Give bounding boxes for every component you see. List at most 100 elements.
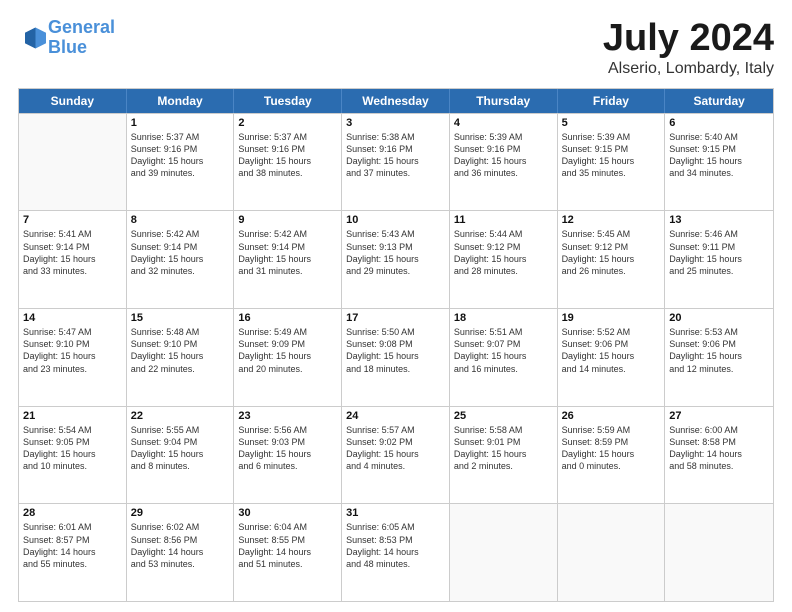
logo-text: General Blue xyxy=(48,18,115,58)
day-info: Sunrise: 5:59 AM Sunset: 8:59 PM Dayligh… xyxy=(562,424,661,473)
day-number: 27 xyxy=(669,410,769,422)
weekday-header-saturday: Saturday xyxy=(665,89,773,113)
day-info: Sunrise: 6:00 AM Sunset: 8:58 PM Dayligh… xyxy=(669,424,769,473)
day-info: Sunrise: 5:37 AM Sunset: 9:16 PM Dayligh… xyxy=(238,131,337,180)
day-info: Sunrise: 5:45 AM Sunset: 9:12 PM Dayligh… xyxy=(562,228,661,277)
calendar-cell: 9 Sunrise: 5:42 AM Sunset: 9:14 PM Daylig… xyxy=(234,211,342,308)
day-info: Sunrise: 5:52 AM Sunset: 9:06 PM Dayligh… xyxy=(562,326,661,375)
day-info: Sunrise: 5:58 AM Sunset: 9:01 PM Dayligh… xyxy=(454,424,553,473)
day-info: Sunrise: 5:57 AM Sunset: 9:02 PM Dayligh… xyxy=(346,424,445,473)
calendar-week-3: 14Sunrise: 5:47 AM Sunset: 9:10 PM Dayli… xyxy=(19,308,773,406)
day-number: 5 xyxy=(562,117,661,129)
title-block: July 2024 Alserio, Lombardy, Italy xyxy=(603,18,774,78)
calendar-week-4: 21Sunrise: 5:54 AM Sunset: 9:05 PM Dayli… xyxy=(19,406,773,504)
calendar-cell: 25 Sunrise: 5:58 AM Sunset: 9:01 PM Dayli… xyxy=(450,407,558,504)
header: General Blue July 2024 Alserio, Lombardy… xyxy=(18,18,774,78)
day-info: Sunrise: 5:42 AM Sunset: 9:14 PM Dayligh… xyxy=(131,228,230,277)
day-info: Sunrise: 5:42 AM Sunset: 9:14 PM Dayligh… xyxy=(238,228,337,277)
calendar-cell: 14Sunrise: 5:47 AM Sunset: 9:10 PM Dayli… xyxy=(19,309,127,406)
calendar-cell xyxy=(558,504,666,601)
day-number: 22 xyxy=(131,410,230,422)
day-info: Sunrise: 6:02 AM Sunset: 8:56 PM Dayligh… xyxy=(131,521,230,570)
day-number: 7 xyxy=(23,214,122,226)
calendar-cell: 6Sunrise: 5:40 AM Sunset: 9:15 PM Daylig… xyxy=(665,114,773,211)
calendar-cell: 30 Sunrise: 6:04 AM Sunset: 8:55 PM Dayli… xyxy=(234,504,342,601)
weekday-header-thursday: Thursday xyxy=(450,89,558,113)
calendar-cell: 15 Sunrise: 5:48 AM Sunset: 9:10 PM Dayli… xyxy=(127,309,235,406)
weekday-header-friday: Friday xyxy=(558,89,666,113)
calendar-cell: 22 Sunrise: 5:55 AM Sunset: 9:04 PM Dayli… xyxy=(127,407,235,504)
page-title: July 2024 xyxy=(603,18,774,60)
day-info: Sunrise: 5:37 AM Sunset: 9:16 PM Dayligh… xyxy=(131,131,230,180)
day-number: 15 xyxy=(131,312,230,324)
calendar-cell: 21Sunrise: 5:54 AM Sunset: 9:05 PM Dayli… xyxy=(19,407,127,504)
calendar-cell: 16 Sunrise: 5:49 AM Sunset: 9:09 PM Dayli… xyxy=(234,309,342,406)
calendar-cell: 3 Sunrise: 5:38 AM Sunset: 9:16 PM Daylig… xyxy=(342,114,450,211)
calendar-week-5: 28Sunrise: 6:01 AM Sunset: 8:57 PM Dayli… xyxy=(19,503,773,601)
day-number: 12 xyxy=(562,214,661,226)
day-info: Sunrise: 5:44 AM Sunset: 9:12 PM Dayligh… xyxy=(454,228,553,277)
day-info: Sunrise: 5:56 AM Sunset: 9:03 PM Dayligh… xyxy=(238,424,337,473)
day-info: Sunrise: 5:48 AM Sunset: 9:10 PM Dayligh… xyxy=(131,326,230,375)
day-number: 1 xyxy=(131,117,230,129)
day-info: Sunrise: 5:50 AM Sunset: 9:08 PM Dayligh… xyxy=(346,326,445,375)
day-info: Sunrise: 5:53 AM Sunset: 9:06 PM Dayligh… xyxy=(669,326,769,375)
logo: General Blue xyxy=(18,18,115,58)
weekday-header-monday: Monday xyxy=(127,89,235,113)
calendar-cell: 12 Sunrise: 5:45 AM Sunset: 9:12 PM Dayli… xyxy=(558,211,666,308)
calendar-cell: 17 Sunrise: 5:50 AM Sunset: 9:08 PM Dayli… xyxy=(342,309,450,406)
calendar-cell xyxy=(450,504,558,601)
day-info: Sunrise: 5:41 AM Sunset: 9:14 PM Dayligh… xyxy=(23,228,122,277)
calendar-cell: 7 Sunrise: 5:41 AM Sunset: 9:14 PM Daylig… xyxy=(19,211,127,308)
day-info: Sunrise: 5:49 AM Sunset: 9:09 PM Dayligh… xyxy=(238,326,337,375)
weekday-header-sunday: Sunday xyxy=(19,89,127,113)
calendar-cell: 31 Sunrise: 6:05 AM Sunset: 8:53 PM Dayli… xyxy=(342,504,450,601)
calendar-cell: 18 Sunrise: 5:51 AM Sunset: 9:07 PM Dayli… xyxy=(450,309,558,406)
day-info: Sunrise: 5:38 AM Sunset: 9:16 PM Dayligh… xyxy=(346,131,445,180)
day-number: 17 xyxy=(346,312,445,324)
calendar-cell xyxy=(665,504,773,601)
day-info: Sunrise: 5:47 AM Sunset: 9:10 PM Dayligh… xyxy=(23,326,122,375)
calendar-cell: 1 Sunrise: 5:37 AM Sunset: 9:16 PM Daylig… xyxy=(127,114,235,211)
calendar-cell: 20 Sunrise: 5:53 AM Sunset: 9:06 PM Dayli… xyxy=(665,309,773,406)
day-number: 31 xyxy=(346,507,445,519)
logo-icon xyxy=(18,24,46,52)
calendar-cell: 11Sunrise: 5:44 AM Sunset: 9:12 PM Dayli… xyxy=(450,211,558,308)
calendar-body: 1 Sunrise: 5:37 AM Sunset: 9:16 PM Daylig… xyxy=(19,113,773,601)
calendar-cell: 8 Sunrise: 5:42 AM Sunset: 9:14 PM Daylig… xyxy=(127,211,235,308)
calendar-cell: 26Sunrise: 5:59 AM Sunset: 8:59 PM Dayli… xyxy=(558,407,666,504)
calendar-cell: 4Sunrise: 5:39 AM Sunset: 9:16 PM Daylig… xyxy=(450,114,558,211)
calendar-cell: 29Sunrise: 6:02 AM Sunset: 8:56 PM Dayli… xyxy=(127,504,235,601)
day-info: Sunrise: 6:04 AM Sunset: 8:55 PM Dayligh… xyxy=(238,521,337,570)
day-number: 3 xyxy=(346,117,445,129)
day-number: 23 xyxy=(238,410,337,422)
day-number: 2 xyxy=(238,117,337,129)
calendar-cell: 19 Sunrise: 5:52 AM Sunset: 9:06 PM Dayli… xyxy=(558,309,666,406)
day-info: Sunrise: 6:05 AM Sunset: 8:53 PM Dayligh… xyxy=(346,521,445,570)
day-info: Sunrise: 5:39 AM Sunset: 9:16 PM Dayligh… xyxy=(454,131,553,180)
calendar-cell xyxy=(19,114,127,211)
calendar: SundayMondayTuesdayWednesdayThursdayFrid… xyxy=(18,88,774,602)
day-number: 13 xyxy=(669,214,769,226)
day-info: Sunrise: 5:51 AM Sunset: 9:07 PM Dayligh… xyxy=(454,326,553,375)
calendar-cell: 5Sunrise: 5:39 AM Sunset: 9:15 PM Daylig… xyxy=(558,114,666,211)
weekday-header-tuesday: Tuesday xyxy=(234,89,342,113)
day-info: Sunrise: 5:43 AM Sunset: 9:13 PM Dayligh… xyxy=(346,228,445,277)
calendar-cell: 13 Sunrise: 5:46 AM Sunset: 9:11 PM Dayli… xyxy=(665,211,773,308)
day-number: 19 xyxy=(562,312,661,324)
calendar-week-1: 1 Sunrise: 5:37 AM Sunset: 9:16 PM Daylig… xyxy=(19,113,773,211)
day-info: Sunrise: 5:46 AM Sunset: 9:11 PM Dayligh… xyxy=(669,228,769,277)
day-number: 28 xyxy=(23,507,122,519)
day-number: 30 xyxy=(238,507,337,519)
calendar-cell: 10 Sunrise: 5:43 AM Sunset: 9:13 PM Dayli… xyxy=(342,211,450,308)
day-number: 24 xyxy=(346,410,445,422)
page-subtitle: Alserio, Lombardy, Italy xyxy=(603,60,774,78)
day-number: 9 xyxy=(238,214,337,226)
day-number: 10 xyxy=(346,214,445,226)
day-info: Sunrise: 5:55 AM Sunset: 9:04 PM Dayligh… xyxy=(131,424,230,473)
day-number: 25 xyxy=(454,410,553,422)
day-number: 16 xyxy=(238,312,337,324)
day-number: 18 xyxy=(454,312,553,324)
day-number: 20 xyxy=(669,312,769,324)
day-number: 8 xyxy=(131,214,230,226)
